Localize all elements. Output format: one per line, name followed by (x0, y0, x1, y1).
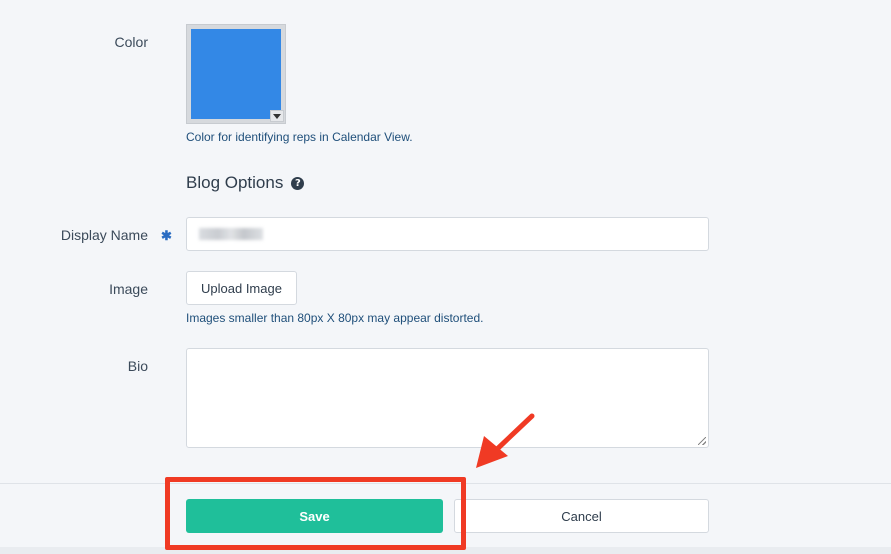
redacted-value (199, 228, 263, 240)
save-highlight-box (165, 477, 466, 550)
bio-label: Bio (127, 358, 148, 374)
upload-image-button[interactable]: Upload Image (186, 271, 297, 305)
dropdown-arrow-icon[interactable] (270, 110, 284, 122)
display-name-label: Display Name (60, 227, 148, 243)
pointer-arrow-icon (476, 413, 535, 468)
question-circle-icon[interactable]: ? (291, 176, 305, 190)
color-picker[interactable] (186, 24, 286, 124)
resize-handle-icon[interactable] (698, 437, 706, 445)
image-label: Image (109, 281, 148, 297)
display-name-input[interactable] (186, 217, 709, 251)
color-help-text: Color for identifying reps in Calendar V… (186, 130, 413, 144)
image-help-text: Images smaller than 80px X 80px may appe… (186, 311, 484, 325)
blog-options-title: Blog Options (186, 173, 284, 192)
required-asterisk-icon: ✱ (161, 228, 172, 243)
color-swatch[interactable] (191, 29, 284, 122)
bio-textarea[interactable] (186, 348, 709, 448)
cancel-button[interactable]: Cancel (454, 499, 709, 533)
blog-options-heading: Blog Options ? (186, 173, 305, 193)
color-label: Color (114, 34, 148, 50)
